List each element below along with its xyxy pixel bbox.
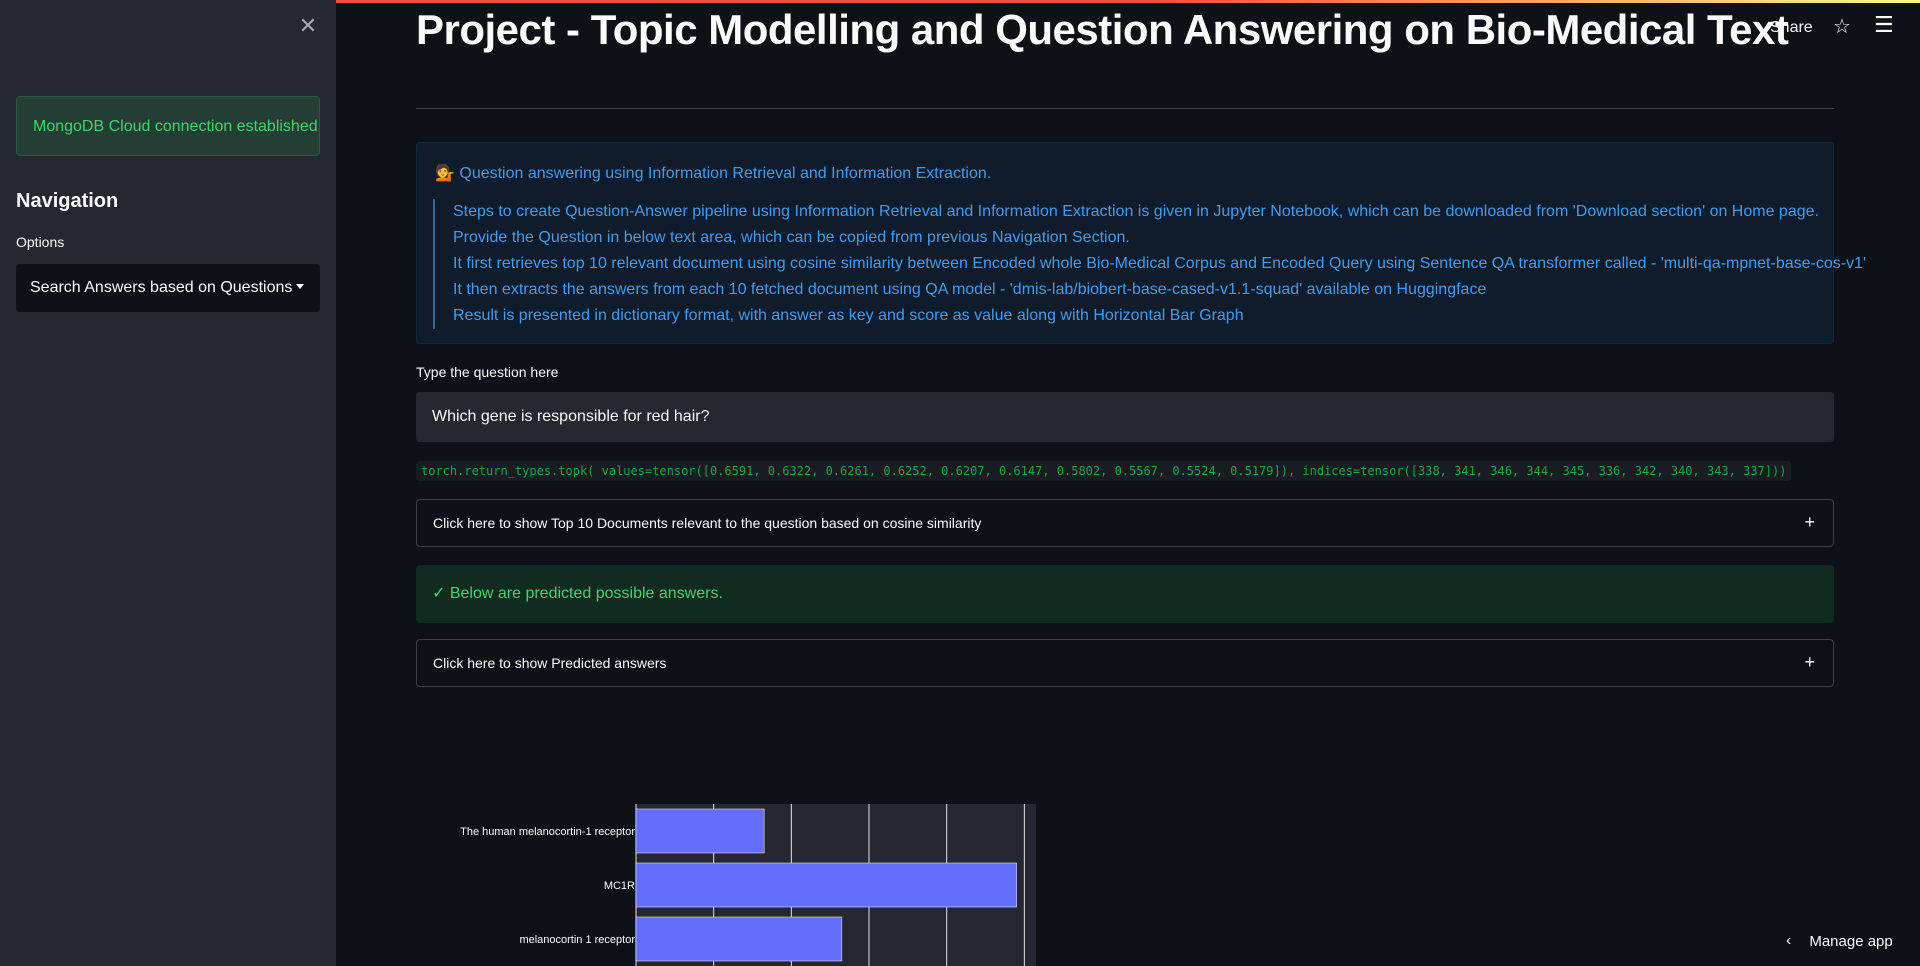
question-label: Type the question here [416, 364, 559, 380]
question-input[interactable] [416, 392, 1834, 442]
answers-bar-chart: The human melanocortin-1 receptor MC1R mel… [460, 804, 1036, 966]
step-line: Provide the Question in below text area,… [453, 229, 1130, 246]
step-line: Steps to create Question-Answer pipeline… [453, 203, 1819, 220]
expander-label: Click here to show Top 10 Documents rele… [433, 515, 982, 531]
success-alert: ✓ Below are predicted possible answers. [416, 565, 1834, 623]
predicted-answers-expander[interactable]: Click here to show Predicted answers + [416, 639, 1834, 687]
chart-bar [635, 808, 765, 854]
options-label: Options [16, 234, 65, 250]
expander-label: Click here to show Predicted answers [433, 655, 667, 671]
navigation-select-value: Search Answers based on Questions [30, 279, 293, 296]
step-line: It first retrieves top 10 relevant docum… [453, 255, 1867, 272]
top-documents-expander[interactable]: Click here to show Top 10 Documents rele… [416, 499, 1834, 547]
info-alert: 💁 Question answering using Information R… [416, 142, 1867, 344]
connection-success-alert: MongoDB Cloud connection established [16, 96, 320, 156]
chart-category-label: MC1R [604, 880, 635, 892]
close-icon[interactable]: ✕ [296, 14, 320, 38]
chart-category-label: melanocortin 1 receptor [519, 934, 635, 946]
manage-app-label: Manage app [1809, 932, 1893, 950]
sidebar: ✕ MongoDB Cloud connection established N… [0, 0, 336, 966]
topk-code-output: torch.return_types.topk( values=tensor([… [416, 461, 1792, 481]
step-line: It then extracts the answers from each 1… [453, 281, 1487, 298]
star-icon[interactable]: ☆ [1833, 14, 1851, 39]
divider [416, 108, 1834, 109]
manage-app-button[interactable]: ‹ Manage app [1786, 932, 1893, 950]
step-line: Result is presented in dictionary format… [453, 307, 1244, 324]
page-title: Project - Topic Modelling and Question A… [416, 6, 1789, 53]
chart-bar [635, 916, 843, 962]
info-title: 💁 Question answering using Information R… [435, 165, 992, 182]
plus-icon: + [1804, 512, 1815, 532]
chart-category-label: The human melanocortin-1 receptor [460, 826, 635, 838]
chart-bar [635, 862, 1017, 908]
share-button[interactable]: Share [1770, 19, 1813, 37]
navigation-heading: Navigation [16, 190, 119, 212]
plus-icon: + [1804, 652, 1815, 672]
steps-blockquote: Steps to create Question-Answer pipeline… [433, 199, 1867, 329]
hamburger-menu-icon[interactable]: ☰ [1874, 12, 1894, 38]
chevron-left-icon: ‹ [1786, 932, 1792, 949]
chevron-down-icon [296, 284, 304, 289]
navigation-select[interactable]: Search Answers based on Questions [16, 264, 320, 312]
